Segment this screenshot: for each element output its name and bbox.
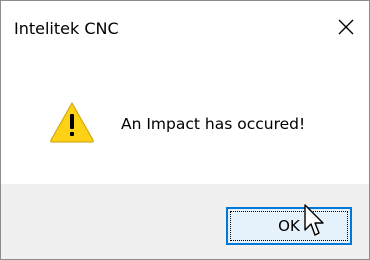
ok-button[interactable]: OK <box>226 207 352 245</box>
close-button[interactable] <box>323 1 369 53</box>
close-icon <box>338 19 354 35</box>
dialog-content: An Impact has occured! <box>1 53 369 177</box>
ok-button-label: OK <box>278 217 300 235</box>
dialog-message: An Impact has occured! <box>121 115 306 133</box>
window-title: Intelitek CNC <box>14 19 119 38</box>
message-dialog: Intelitek CNC An Impact has occured! OK <box>0 0 370 260</box>
title-bar: Intelitek CNC <box>1 1 369 53</box>
dialog-footer: OK <box>1 184 369 259</box>
warning-icon <box>49 101 95 147</box>
